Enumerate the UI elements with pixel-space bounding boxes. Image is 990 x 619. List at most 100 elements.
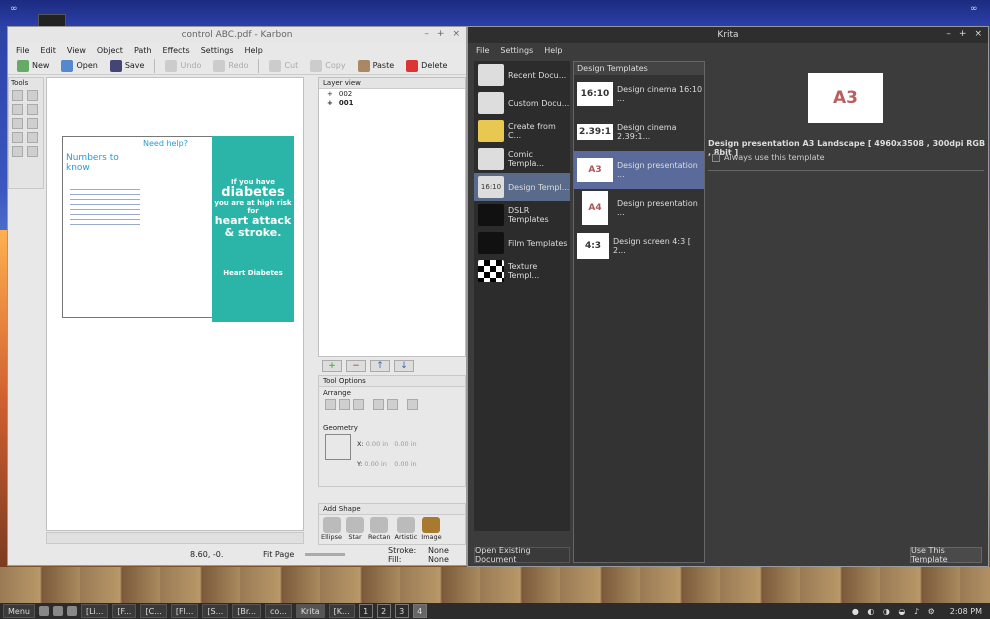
category-film[interactable]: Film Templates — [474, 229, 570, 257]
undo-button[interactable]: Undo — [160, 58, 206, 74]
task-button[interactable]: co... — [265, 604, 292, 618]
task-button[interactable]: [F... — [112, 604, 137, 618]
shape-star[interactable]: Star — [346, 517, 365, 541]
workspace-3[interactable]: 3 — [394, 604, 409, 618]
maximize-button[interactable]: + — [959, 29, 967, 39]
redo-button[interactable]: Redo — [208, 58, 253, 74]
task-button[interactable]: [Br... — [232, 604, 262, 618]
menu-effects[interactable]: Effects — [163, 46, 190, 55]
template-item[interactable]: A4 Design presentation ... — [574, 189, 704, 227]
template-item[interactable]: 2.39:1 Design cinema 2.39:1... — [574, 113, 704, 151]
clock[interactable]: 2:08 PM — [942, 607, 990, 616]
launcher-icon[interactable] — [38, 606, 49, 616]
menu-button[interactable]: Menu — [3, 604, 35, 618]
menu-file[interactable]: File — [16, 46, 29, 55]
menu-view[interactable]: View — [67, 46, 86, 55]
krita-titlebar[interactable]: Krita – + × — [468, 27, 988, 43]
checkbox-box[interactable] — [712, 153, 720, 162]
template-item-selected[interactable]: A3 Design presentation ... — [574, 151, 704, 189]
workspace-1[interactable]: 1 — [358, 604, 373, 618]
edit-path-tool-icon[interactable] — [27, 90, 38, 101]
category-recent[interactable]: Recent Docu... — [474, 61, 570, 89]
y-field[interactable]: 0.00 in — [364, 460, 386, 468]
menu-settings[interactable]: Settings — [201, 46, 234, 55]
workspace-2[interactable]: 2 — [376, 604, 391, 618]
save-button[interactable]: Save — [105, 58, 150, 74]
raise-layer-button[interactable]: ↑ — [370, 360, 390, 372]
zoom-tool-icon[interactable] — [12, 146, 23, 157]
always-use-checkbox[interactable]: Always use this template — [712, 153, 825, 162]
tray-icons[interactable]: ● ◐ ◑ ◒ ♪ ⚙ — [852, 607, 938, 616]
gradient-tool-icon[interactable] — [12, 132, 23, 143]
category-custom[interactable]: Custom Docu... — [474, 89, 570, 117]
menu-path[interactable]: Path — [134, 46, 152, 55]
shape-rectangle[interactable]: Rectan — [368, 517, 391, 541]
width-field[interactable]: 0.00 in — [394, 440, 416, 448]
shape-image[interactable]: Image — [421, 517, 442, 541]
minimize-button[interactable]: – — [424, 29, 429, 39]
close-button[interactable]: × — [974, 29, 982, 39]
task-button[interactable]: [Li... — [80, 604, 109, 618]
paste-button[interactable]: Paste — [353, 58, 400, 74]
menu-object[interactable]: Object — [97, 46, 123, 55]
launcher-icon[interactable] — [52, 606, 63, 616]
template-item[interactable]: 16:10 Design cinema 16:10 ... — [574, 75, 704, 113]
category-design[interactable]: 16:10 Design Templ... — [474, 173, 570, 201]
lower-layer-button[interactable]: ↓ — [394, 360, 414, 372]
new-button[interactable]: New — [12, 58, 54, 74]
task-button[interactable]: [Fl... — [170, 604, 199, 618]
select-tool-icon[interactable] — [12, 90, 23, 101]
menu-edit[interactable]: Edit — [40, 46, 56, 55]
open-existing-document-button[interactable]: Open Existing Document — [474, 546, 570, 564]
path-tool-icon[interactable] — [12, 118, 23, 129]
pencil-tool-icon[interactable] — [27, 118, 38, 129]
workspace-4[interactable]: 4 — [412, 604, 427, 618]
open-button[interactable]: Open — [56, 58, 102, 74]
horizontal-scrollbar[interactable] — [46, 532, 304, 544]
remove-layer-button[interactable]: − — [346, 360, 366, 372]
link-icon-right[interactable]: ∞ — [970, 4, 984, 14]
layer-row[interactable]: +001 — [319, 98, 465, 107]
zoom-slider[interactable] — [305, 553, 345, 556]
launcher-icon[interactable] — [66, 606, 77, 616]
anchor-point-selector[interactable] — [325, 434, 351, 460]
task-button-active[interactable]: Krita — [295, 604, 325, 618]
add-layer-button[interactable]: + — [322, 360, 342, 372]
copy-button[interactable]: Copy — [305, 58, 350, 74]
text-tool-icon[interactable] — [12, 104, 23, 115]
shape-artistic[interactable]: Artistic — [395, 517, 417, 541]
minimize-button[interactable]: – — [946, 29, 951, 39]
task-button[interactable]: [K... — [328, 604, 355, 618]
drawing-canvas[interactable]: Numbers to know Need help? If you have d… — [46, 77, 304, 531]
shape-ellipse[interactable]: Ellipse — [321, 517, 342, 541]
menu-help[interactable]: Help — [245, 46, 263, 55]
send-back-icon[interactable] — [387, 399, 398, 410]
use-this-template-button[interactable]: Use This Template — [910, 546, 982, 564]
task-button[interactable]: [C... — [140, 604, 167, 618]
layer-row[interactable]: +002 — [319, 89, 465, 98]
align-left-icon[interactable] — [325, 399, 336, 410]
group-icon[interactable] — [407, 399, 418, 410]
delete-button[interactable]: Delete — [401, 58, 452, 74]
cut-button[interactable]: Cut — [264, 58, 303, 74]
link-icon[interactable]: ∞ — [10, 4, 28, 14]
menu-help[interactable]: Help — [544, 46, 562, 55]
template-item[interactable]: 4:3 Design screen 4:3 [ 2... — [574, 227, 704, 265]
category-texture[interactable]: Texture Templ... — [474, 257, 570, 285]
shape-tool-icon[interactable] — [27, 104, 38, 115]
close-button[interactable]: × — [452, 29, 460, 39]
karbon-titlebar[interactable]: control ABC.pdf - Karbon – + × — [8, 27, 466, 43]
task-button[interactable]: [S... — [202, 604, 229, 618]
bring-forward-icon[interactable] — [373, 399, 384, 410]
category-create-from-clipboard[interactable]: Create from C... — [474, 117, 570, 145]
align-center-icon[interactable] — [339, 399, 350, 410]
menu-file[interactable]: File — [476, 46, 489, 55]
category-comic[interactable]: Comic Templa... — [474, 145, 570, 173]
zoom-fit-page[interactable]: Fit Page — [263, 550, 294, 559]
align-right-icon[interactable] — [353, 399, 364, 410]
pan-tool-icon[interactable] — [27, 146, 38, 157]
category-dslr[interactable]: DSLR Templates — [474, 201, 570, 229]
menu-settings[interactable]: Settings — [500, 46, 533, 55]
pattern-tool-icon[interactable] — [27, 132, 38, 143]
x-field[interactable]: 0.00 in — [366, 440, 388, 448]
